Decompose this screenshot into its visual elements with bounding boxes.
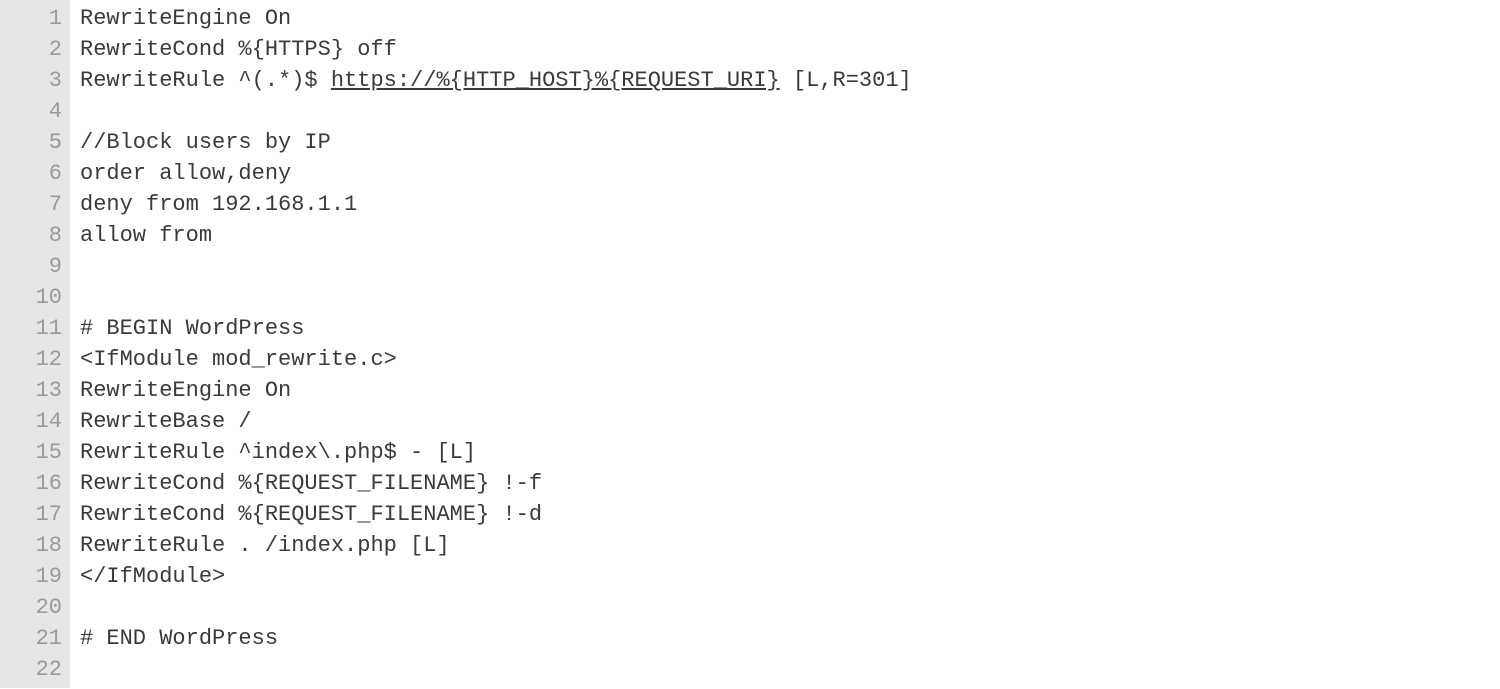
code-text: //Block users by IP: [80, 130, 331, 155]
code-line[interactable]: RewriteEngine On: [80, 375, 1500, 406]
code-line[interactable]: # BEGIN WordPress: [80, 313, 1500, 344]
code-line[interactable]: <IfModule mod_rewrite.c>: [80, 344, 1500, 375]
line-number-gutter: 12345678910111213141516171819202122: [0, 0, 70, 688]
code-text: deny from 192.168.1.1: [80, 192, 357, 217]
code-text: allow from: [80, 223, 212, 248]
code-line[interactable]: [80, 654, 1500, 685]
code-text: RewriteEngine On: [80, 378, 291, 403]
code-line[interactable]: RewriteRule ^index\.php$ - [L]: [80, 437, 1500, 468]
code-text: [L,R=301]: [780, 68, 912, 93]
code-text: RewriteEngine On: [80, 6, 291, 31]
code-text: <IfModule mod_rewrite.c>: [80, 347, 397, 372]
code-text: # BEGIN WordPress: [80, 316, 304, 341]
code-text: </IfModule>: [80, 564, 225, 589]
code-line[interactable]: [80, 592, 1500, 623]
line-number: 18: [8, 530, 62, 561]
line-number: 19: [8, 561, 62, 592]
code-line[interactable]: order allow,deny: [80, 158, 1500, 189]
code-editor: 12345678910111213141516171819202122 Rewr…: [0, 0, 1500, 688]
line-number: 8: [8, 220, 62, 251]
code-line[interactable]: RewriteEngine On: [80, 3, 1500, 34]
code-line[interactable]: RewriteCond %{REQUEST_FILENAME} !-f: [80, 468, 1500, 499]
code-line[interactable]: RewriteRule . /index.php [L]: [80, 530, 1500, 561]
code-line[interactable]: [80, 251, 1500, 282]
line-number: 10: [8, 282, 62, 313]
code-text: RewriteCond %{HTTPS} off: [80, 37, 397, 62]
code-text: RewriteCond %{REQUEST_FILENAME} !-d: [80, 502, 542, 527]
code-line[interactable]: deny from 192.168.1.1: [80, 189, 1500, 220]
line-number: 3: [8, 65, 62, 96]
line-number: 20: [8, 592, 62, 623]
code-text: RewriteRule . /index.php [L]: [80, 533, 450, 558]
code-line[interactable]: # END WordPress: [80, 623, 1500, 654]
line-number: 2: [8, 34, 62, 65]
code-text: RewriteRule ^(.*)$: [80, 68, 331, 93]
code-text: RewriteRule ^index\.php$ - [L]: [80, 440, 476, 465]
code-text: # END WordPress: [80, 626, 278, 651]
line-number: 13: [8, 375, 62, 406]
code-line[interactable]: </IfModule>: [80, 561, 1500, 592]
code-line[interactable]: allow from: [80, 220, 1500, 251]
line-number: 9: [8, 251, 62, 282]
line-number: 16: [8, 468, 62, 499]
code-line[interactable]: //Block users by IP: [80, 127, 1500, 158]
line-number: 5: [8, 127, 62, 158]
code-line[interactable]: RewriteCond %{HTTPS} off: [80, 34, 1500, 65]
line-number: 14: [8, 406, 62, 437]
code-text: order allow,deny: [80, 161, 291, 186]
line-number: 15: [8, 437, 62, 468]
line-number: 12: [8, 344, 62, 375]
code-line[interactable]: [80, 96, 1500, 127]
code-content[interactable]: RewriteEngine On RewriteCond %{HTTPS} off…: [70, 0, 1500, 688]
line-number: 21: [8, 623, 62, 654]
code-text: RewriteBase /: [80, 409, 252, 434]
line-number: 11: [8, 313, 62, 344]
code-line[interactable]: RewriteBase /: [80, 406, 1500, 437]
code-text: RewriteCond %{REQUEST_FILENAME} !-f: [80, 471, 542, 496]
line-number: 22: [8, 654, 62, 685]
code-line[interactable]: [80, 282, 1500, 313]
line-number: 6: [8, 158, 62, 189]
line-number: 1: [8, 3, 62, 34]
line-number: 17: [8, 499, 62, 530]
code-link: https://%{HTTP_HOST}%{REQUEST_URI}: [331, 68, 780, 93]
code-line[interactable]: RewriteRule ^(.*)$ https://%{HTTP_HOST}%…: [80, 65, 1500, 96]
code-line[interactable]: RewriteCond %{REQUEST_FILENAME} !-d: [80, 499, 1500, 530]
line-number: 4: [8, 96, 62, 127]
line-number: 7: [8, 189, 62, 220]
